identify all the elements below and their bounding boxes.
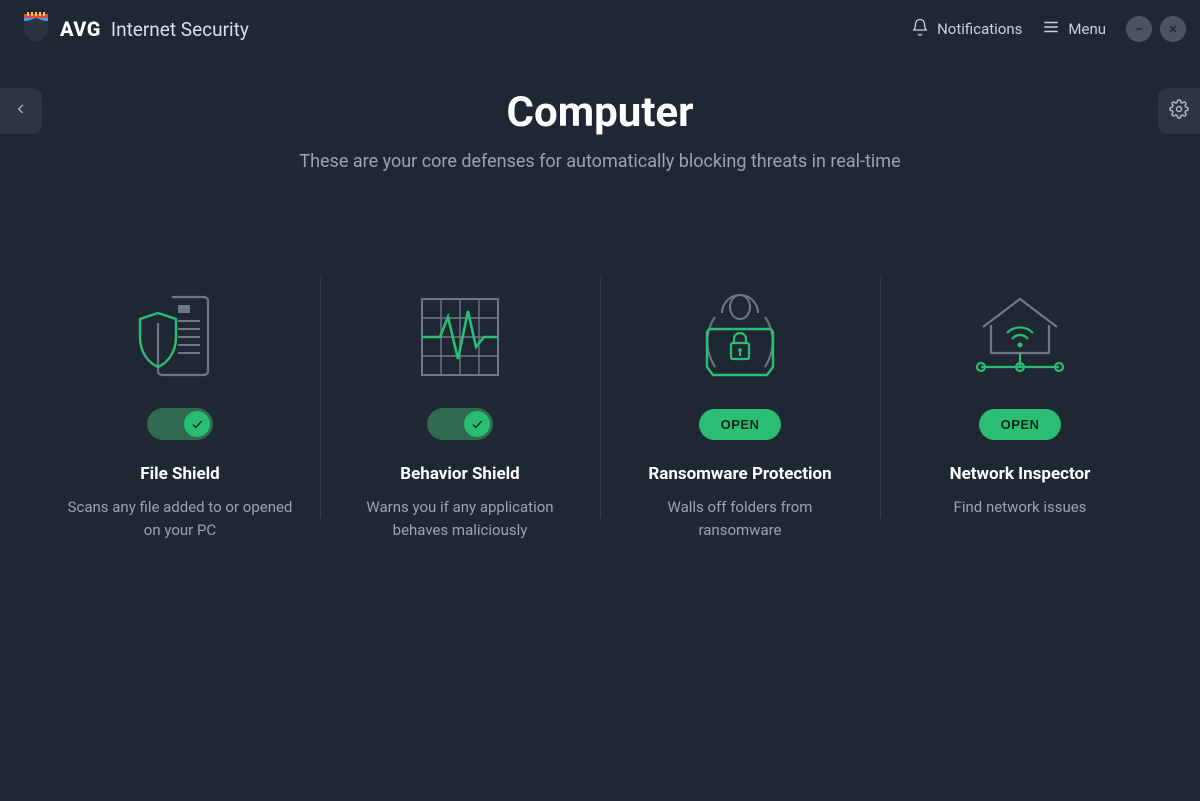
check-icon [464, 411, 490, 437]
gear-icon [1169, 99, 1189, 123]
hamburger-icon [1042, 18, 1060, 40]
menu-button[interactable]: Menu [1032, 12, 1116, 46]
notifications-label: Notifications [937, 20, 1022, 38]
network-inspector-icon [900, 282, 1140, 392]
app-header: AVG Internet Security Notifications Menu [0, 0, 1200, 58]
card-description: Scans any file added to or opened on you… [60, 496, 300, 541]
minimize-button[interactable] [1126, 16, 1152, 42]
bell-icon [911, 18, 929, 40]
card-description: Warns you if any application behaves mal… [340, 496, 580, 541]
network-inspector-open-button[interactable]: OPEN [979, 409, 1062, 440]
card-ransomware-protection: OPEN Ransomware Protection Walls off fol… [600, 282, 880, 541]
title-area: Computer These are your core defenses fo… [0, 88, 1200, 172]
card-file-shield: File Shield Scans any file added to or o… [40, 282, 320, 541]
card-title: Network Inspector [900, 464, 1140, 484]
card-description: Find network issues [900, 496, 1140, 519]
card-network-inspector: OPEN Network Inspector Find network issu… [880, 282, 1160, 541]
settings-button[interactable] [1158, 88, 1200, 134]
file-shield-icon [60, 282, 300, 392]
window-controls [1126, 16, 1186, 42]
card-description: Walls off folders from ransomware [620, 496, 860, 541]
file-shield-toggle[interactable] [147, 408, 213, 440]
chevron-left-icon [14, 100, 28, 122]
card-behavior-shield: Behavior Shield Warns you if any applica… [320, 282, 600, 541]
back-button[interactable] [0, 88, 42, 134]
avg-logo-icon [22, 12, 50, 46]
feature-cards: File Shield Scans any file added to or o… [0, 282, 1200, 541]
product-name: Internet Security [111, 18, 249, 41]
notifications-button[interactable]: Notifications [901, 12, 1032, 46]
card-title: File Shield [60, 464, 300, 484]
brand-text: AVG [60, 17, 101, 41]
ransomware-open-button[interactable]: OPEN [699, 409, 782, 440]
behavior-shield-toggle[interactable] [427, 408, 493, 440]
check-icon [184, 411, 210, 437]
page-title: Computer [0, 88, 1200, 137]
page-subtitle: These are your core defenses for automat… [0, 151, 1200, 172]
menu-label: Menu [1068, 20, 1106, 38]
ransomware-icon [620, 282, 860, 392]
card-title: Ransomware Protection [620, 464, 860, 484]
behavior-shield-icon [340, 282, 580, 392]
brand-block: AVG Internet Security [22, 12, 249, 46]
card-title: Behavior Shield [340, 464, 580, 484]
close-button[interactable] [1160, 16, 1186, 42]
